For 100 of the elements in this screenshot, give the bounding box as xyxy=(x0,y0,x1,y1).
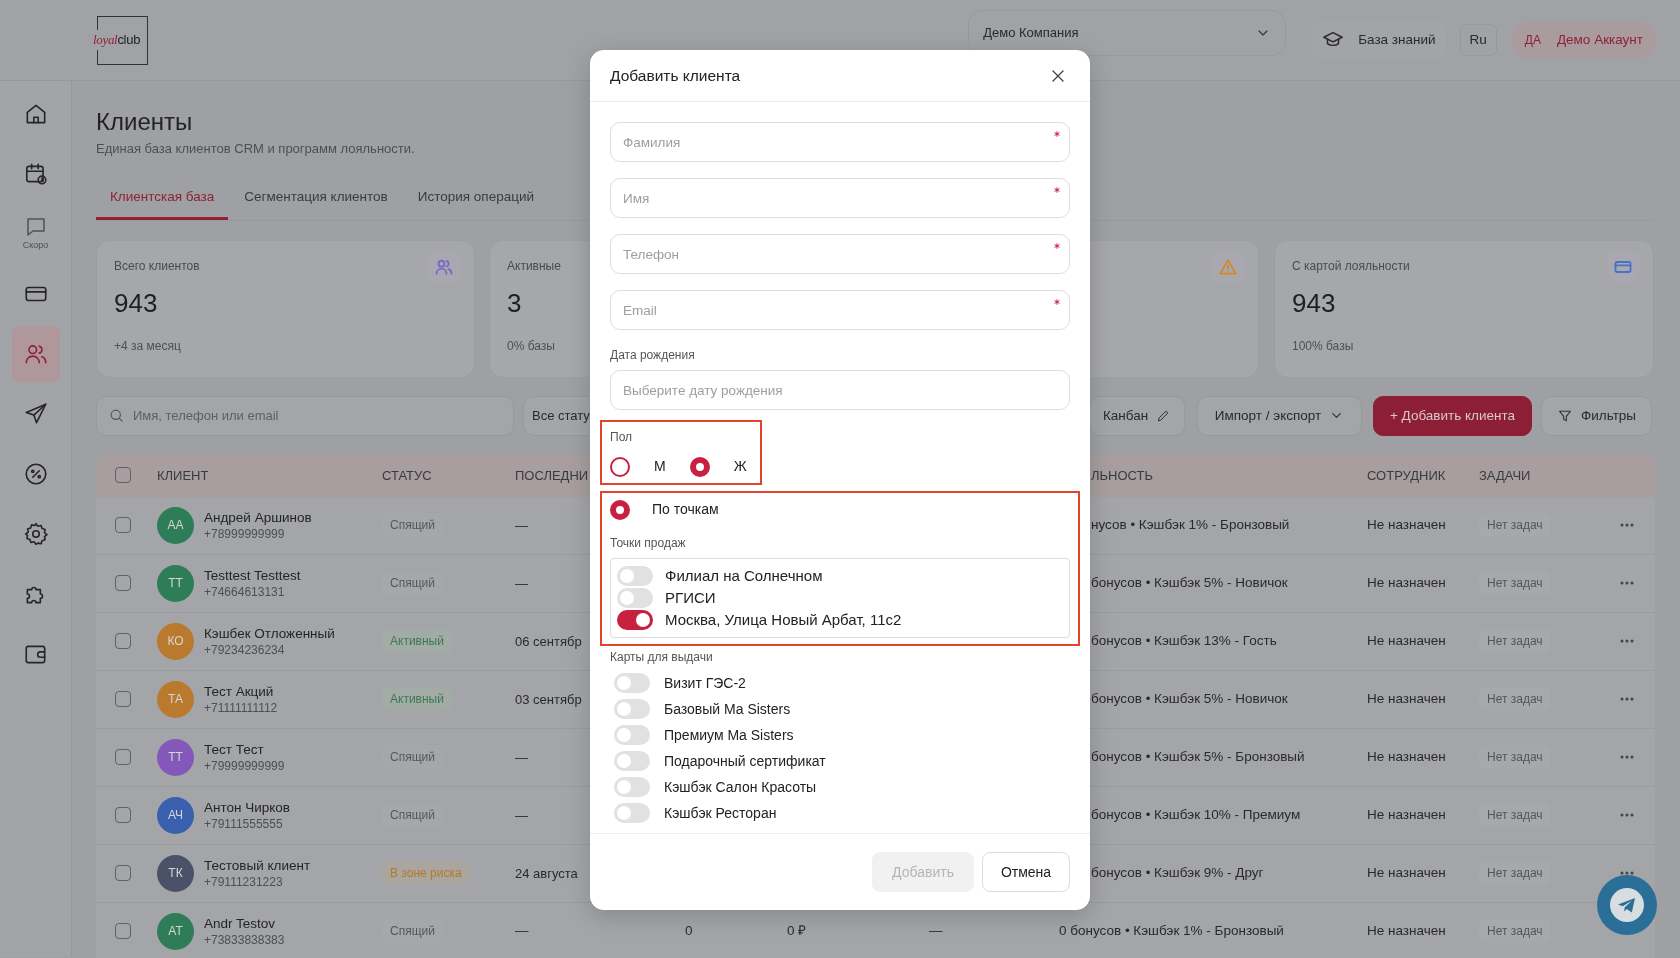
account-name: Демо Аккаунт xyxy=(1556,30,1643,49)
add-client-button[interactable]: + Добавить клиента xyxy=(1373,395,1532,436)
radio-button[interactable] xyxy=(689,456,710,477)
more-icon[interactable] xyxy=(1619,871,1634,876)
language-button[interactable]: Ru xyxy=(1459,23,1497,57)
stat-title: Всего клиентов xyxy=(114,257,201,275)
stat-note: 100% базы xyxy=(1292,337,1355,355)
table-cell: бонусов • Кэшбэк 13% - Гость xyxy=(1091,633,1277,649)
input-field[interactable]: Фамилия xyxy=(610,122,1070,162)
checkbox[interactable] xyxy=(114,517,131,534)
avatar: ТА xyxy=(157,680,194,718)
tab[interactable]: Сегментация клиентов xyxy=(230,176,402,220)
table-cell: бонусов • Кэшбэк 5% - Бронзовый xyxy=(1091,749,1305,765)
avatar: АА xyxy=(157,506,194,544)
toggle-switch[interactable] xyxy=(617,588,653,608)
toggle-switch[interactable] xyxy=(617,566,653,586)
toggle-switch[interactable] xyxy=(614,673,650,693)
stat-note: +4 за месяц xyxy=(114,337,182,355)
field-label: Карты для выдачи xyxy=(610,649,714,666)
toggle-label: Визит ГЭС-2 xyxy=(664,673,746,693)
status-badge: Активный xyxy=(382,629,452,654)
table-cell: 0 бонусов • Кэшбэк 1% - Бронзовый xyxy=(1059,923,1284,939)
table-cell: бонусов • Кэшбэк 5% - Новичок xyxy=(1091,575,1288,591)
client-phone: +78999999999 xyxy=(204,525,286,542)
stat-note: 0% базы xyxy=(507,337,556,355)
column-header: КЛИЕНТ xyxy=(157,466,209,485)
toggle-switch[interactable] xyxy=(614,751,650,771)
more-icon[interactable] xyxy=(1619,639,1634,644)
kanban-button[interactable]: Канбан xyxy=(1089,395,1185,436)
client-phone: +79111231223 xyxy=(204,873,284,890)
dialog-button[interactable]: Отмена xyxy=(982,852,1070,892)
stat-value: 943 xyxy=(114,286,159,319)
table-cell: Не назначен xyxy=(1367,633,1446,649)
stat-title: С картой лояльности xyxy=(1292,257,1411,275)
checkbox[interactable] xyxy=(114,749,131,766)
table-cell: Не назначен xyxy=(1367,807,1446,823)
toggle-label: Филиал на Солнечном xyxy=(665,565,823,586)
logo-text: loyalclub xyxy=(92,30,141,50)
more-icon[interactable] xyxy=(1619,581,1634,586)
checkbox[interactable] xyxy=(114,691,131,708)
sidebar-item[interactable] xyxy=(11,326,60,382)
toggle-label: Премиум Ma Sisters xyxy=(664,725,794,745)
more-icon[interactable] xyxy=(1619,813,1634,818)
input-field[interactable]: Email xyxy=(610,290,1070,330)
stat-value: 3 xyxy=(507,286,523,319)
toggle-label: Кэшбэк Салон Красоты xyxy=(664,777,817,797)
checkbox[interactable] xyxy=(114,575,131,592)
checkbox[interactable] xyxy=(114,807,131,824)
table-cell: 0 ₽ xyxy=(787,923,807,939)
toggle-switch[interactable] xyxy=(614,725,650,745)
client-name: Тест Акций xyxy=(204,682,275,700)
radio-button[interactable] xyxy=(610,456,630,477)
toggle-label: РГИСИ xyxy=(665,587,716,608)
more-icon[interactable] xyxy=(1619,697,1634,702)
avatar: КО xyxy=(157,622,194,660)
status-badge: Активный xyxy=(382,687,452,712)
table-cell: Не назначен xyxy=(1367,691,1446,707)
status-badge: В зоне риска xyxy=(382,861,470,886)
input-field[interactable]: Имя xyxy=(610,178,1070,218)
toggle-label: Подарочный сертификат xyxy=(664,751,826,771)
column-header: СТАТУС xyxy=(382,467,432,483)
checkbox[interactable] xyxy=(114,633,131,650)
import-export-button[interactable]: Импорт / экспорт xyxy=(1197,395,1362,436)
toggle-switch[interactable] xyxy=(614,699,650,719)
avatar: TT xyxy=(157,564,194,602)
status-select[interactable]: Все стату xyxy=(523,395,589,436)
table-cell: — xyxy=(515,923,529,939)
tab[interactable]: История операций xyxy=(403,176,548,220)
checkbox[interactable] xyxy=(114,923,131,940)
more-icon[interactable] xyxy=(1619,755,1634,760)
table-cell: Не назначен xyxy=(1367,865,1446,881)
toggle-switch[interactable] xyxy=(614,777,650,797)
input-field[interactable]: Телефон xyxy=(610,234,1070,274)
more-icon[interactable] xyxy=(1619,523,1634,528)
search-field[interactable]: Имя, телефон или email xyxy=(96,395,514,436)
table-cell: бонусов • Кэшбэк 9% - Друг xyxy=(1091,865,1264,881)
column-header: ПОСЛЕДНИ xyxy=(515,467,589,483)
table-cell: — xyxy=(515,575,528,591)
client-phone: +79111555555 xyxy=(204,815,284,832)
account-menu[interactable]: ДА Демо Аккаунт xyxy=(1512,21,1655,59)
checkbox[interactable] xyxy=(114,467,131,484)
client-name: Андрей Аршинов xyxy=(204,508,312,526)
radio-button[interactable] xyxy=(610,499,630,520)
input-field[interactable]: Выберите дату рождения xyxy=(610,370,1070,410)
column-header: СОТРУДНИК xyxy=(1367,467,1446,483)
checkbox[interactable] xyxy=(114,865,131,882)
client-phone: +79999999999 xyxy=(204,757,285,774)
radio-label: М xyxy=(654,457,666,476)
table-cell: 24 августа xyxy=(515,865,578,881)
toggle-switch[interactable] xyxy=(614,803,650,823)
tab[interactable]: Клиентская база xyxy=(96,176,229,220)
field-label: Точки продаж xyxy=(610,535,687,552)
stat-value: 943 xyxy=(1292,286,1337,319)
table-cell: бонусов • Кэшбэк 10% - Премиум xyxy=(1091,807,1301,823)
toggle-switch[interactable] xyxy=(617,610,653,630)
filters-button[interactable]: Фильтры xyxy=(1541,395,1652,436)
table-cell: 06 сентябр xyxy=(515,633,582,649)
column-header: ЛЬНОСТЬ xyxy=(1091,467,1153,483)
field-label: Дата рождения xyxy=(610,347,696,364)
client-phone: +79234236234 xyxy=(204,641,286,658)
